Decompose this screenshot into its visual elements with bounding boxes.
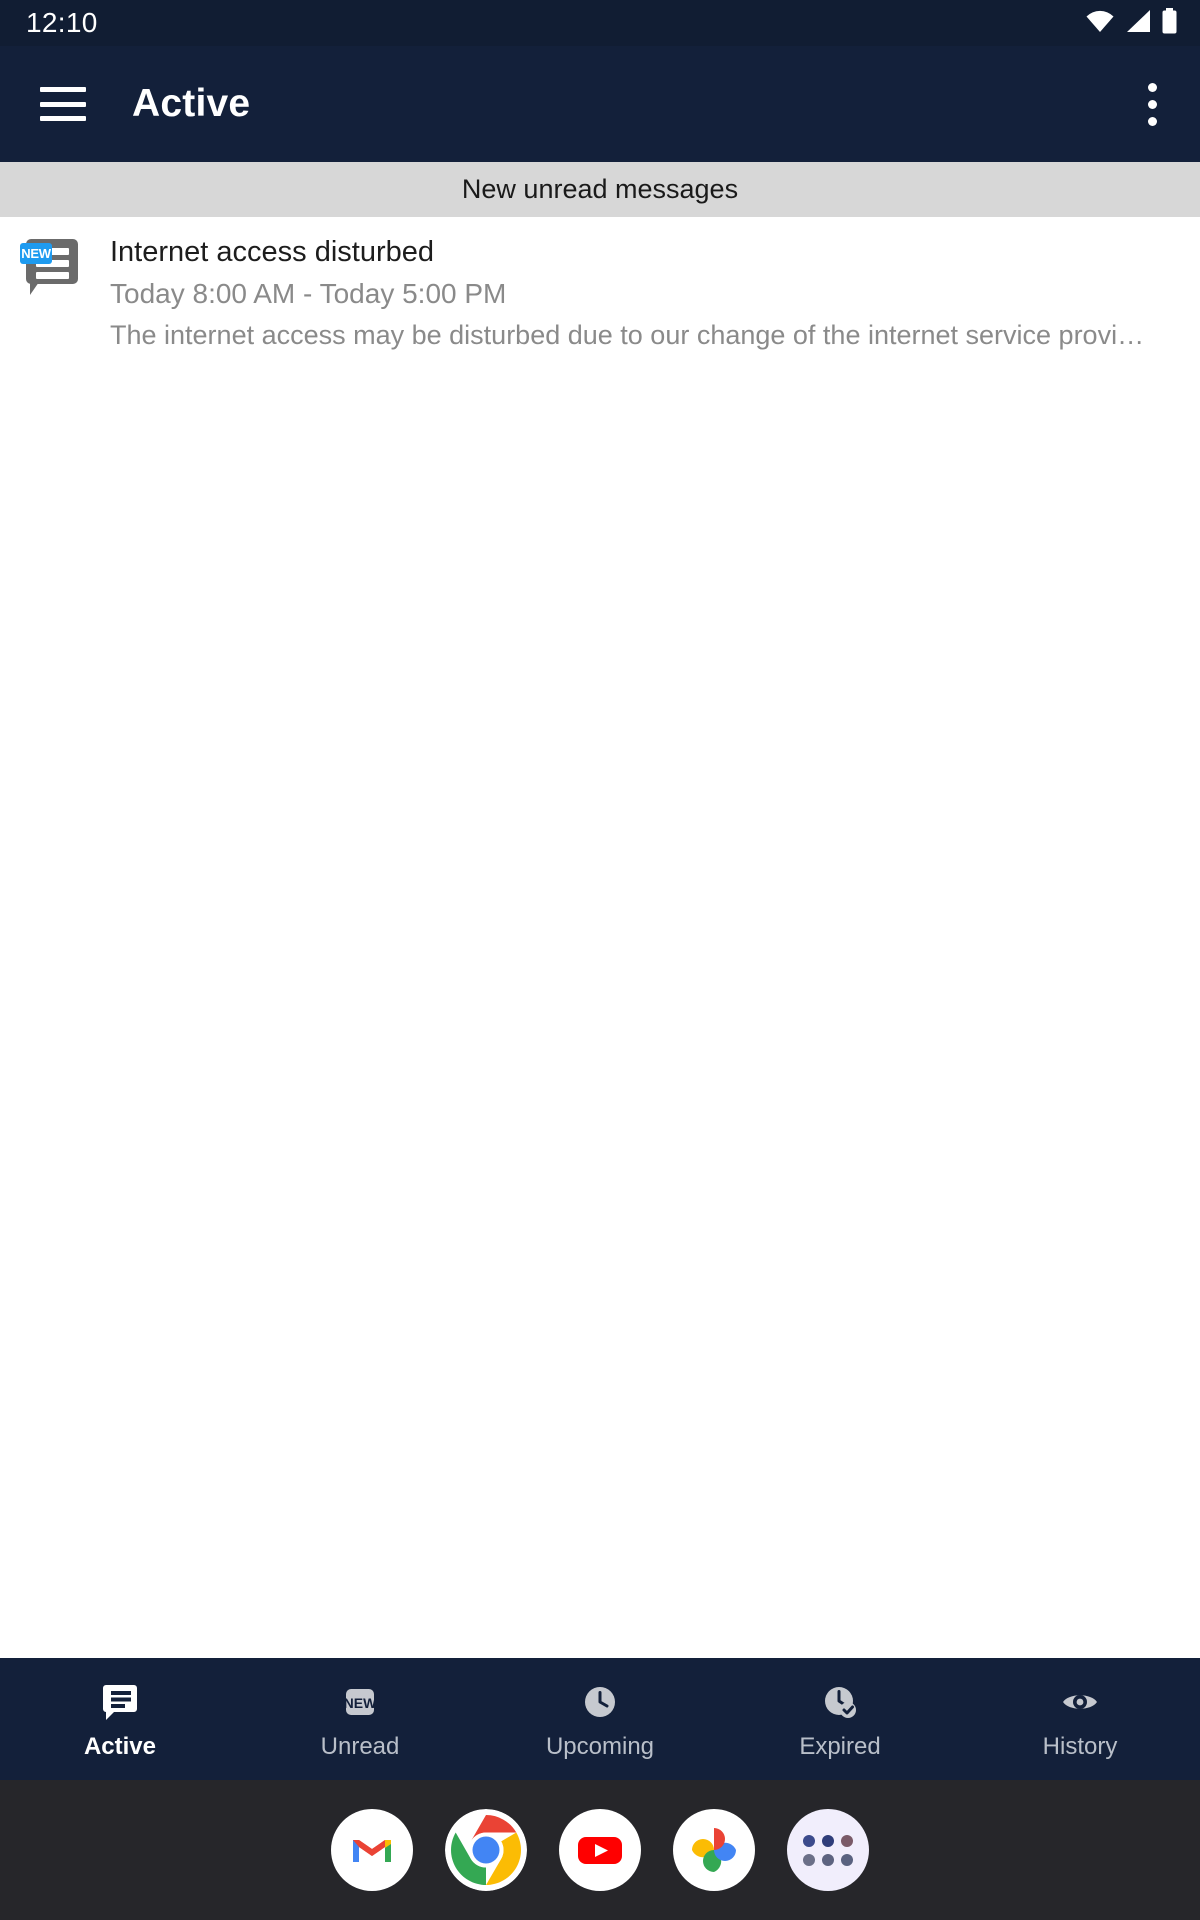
message-text-block: Internet access disturbed Today 8:00 AM … [92,233,1176,354]
message-preview: The internet access may be disturbed due… [110,320,1145,351]
gmail-icon[interactable] [331,1809,413,1891]
signal-icon [1124,9,1152,38]
message-title: Internet access disturbed [110,236,435,268]
eye-icon [1058,1679,1102,1725]
message-time-range: Today 8:00 AM - Today 5:00 PM [110,278,507,310]
new-badge-icon: NEW [338,1679,382,1725]
clock-icon [578,1679,622,1725]
android-dock [0,1780,1200,1920]
nav-label-unread: Unread [320,1733,400,1760]
section-header-unread: New unread messages [0,162,1200,217]
bottom-navigation: Active NEW Unread Upcoming Expired Histo… [0,1658,1200,1780]
nav-item-unread[interactable]: NEW Unread [240,1658,480,1780]
clock-check-icon [818,1679,862,1725]
app-drawer-dots [803,1834,853,1866]
status-bar-clock: 12:10 [26,7,98,38]
status-bar-icons [1085,7,1178,39]
app-bar: Active [0,46,1200,162]
nav-item-expired[interactable]: Expired [720,1658,960,1780]
message-list: NEW Internet access disturbed Today 8:00… [0,217,1200,373]
nav-label-active: Active [83,1733,157,1760]
nav-label-expired: Expired [799,1733,881,1760]
battery-icon [1161,7,1178,39]
chrome-icon[interactable] [445,1809,527,1891]
new-badge: NEW [20,243,52,264]
nav-item-history[interactable]: History [960,1658,1200,1780]
svg-text:NEW: NEW [344,1695,377,1711]
status-bar: 12:10 [0,0,1200,46]
message-icon-container: NEW [20,233,92,354]
nav-label-history: History [1042,1733,1118,1760]
message-bubble-icon: NEW [20,239,78,295]
app-drawer-icon[interactable] [787,1809,869,1891]
nav-item-upcoming[interactable]: Upcoming [480,1658,720,1780]
phone-screen: 12:10 Active New unread messages NEW Int… [0,0,1200,1920]
list-item[interactable]: NEW Internet access disturbed Today 8:00… [0,217,1200,373]
hamburger-menu-icon[interactable] [40,87,86,121]
google-photos-icon[interactable] [673,1809,755,1891]
youtube-icon[interactable] [559,1809,641,1891]
wifi-icon [1085,9,1115,38]
page-title: Active [132,82,251,125]
message-bubble-icon [98,1679,142,1725]
more-vertical-icon[interactable] [1130,77,1174,131]
nav-label-upcoming: Upcoming [545,1733,655,1760]
nav-item-active[interactable]: Active [0,1658,240,1780]
